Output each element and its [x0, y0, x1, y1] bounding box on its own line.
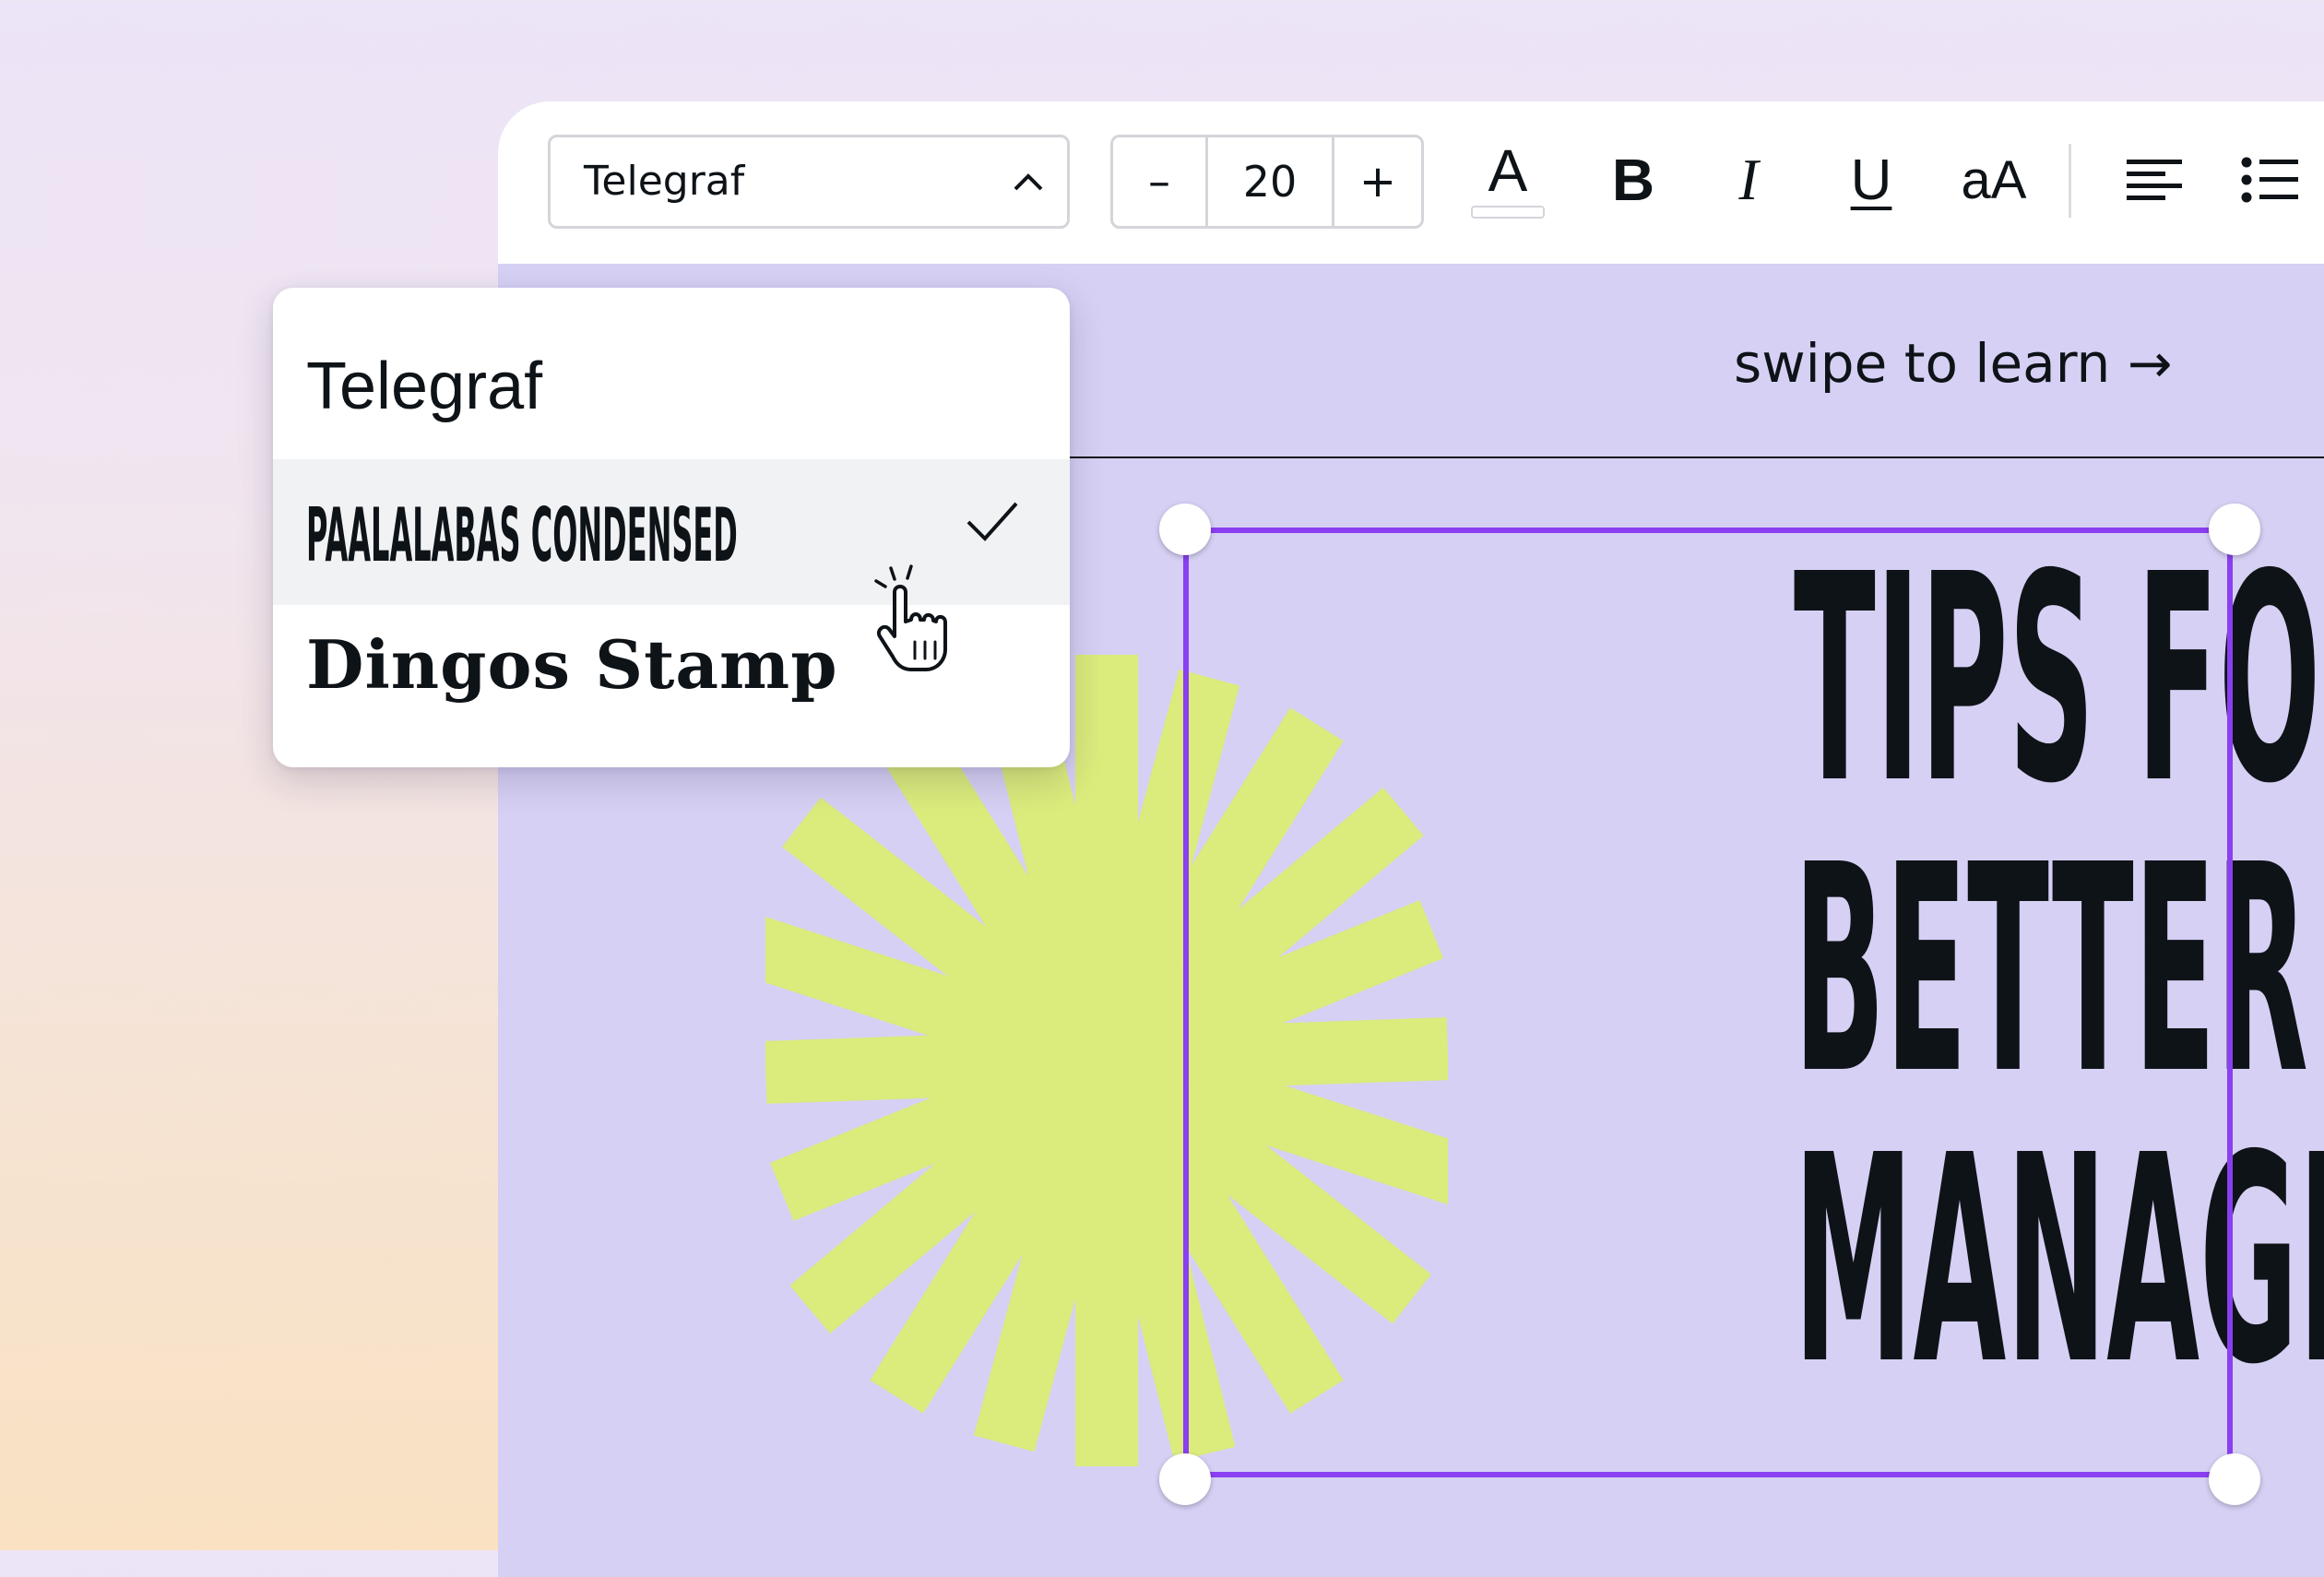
text-color-swatch [1471, 206, 1545, 219]
resize-handle-top-left[interactable] [1159, 504, 1211, 555]
font-option-label: PAALALABAS CONDENSED [306, 492, 738, 578]
align-left-icon [2127, 160, 2182, 200]
italic-button[interactable]: I [1721, 129, 1776, 231]
selection-box [1183, 528, 2233, 1477]
font-family-value: Telegraf [584, 158, 745, 205]
text-color-button[interactable]: A [1466, 129, 1549, 231]
bold-button[interactable]: B [1601, 129, 1666, 231]
font-option-label: Telegraf [306, 350, 543, 423]
decrease-font-size-button[interactable]: – [1113, 137, 1208, 226]
font-size-stepper: – 20 + [1110, 135, 1424, 229]
font-size-value[interactable]: 20 [1208, 137, 1334, 226]
font-family-dropdown: Telegraf PAALALABAS CONDENSED Dingos Sta… [273, 288, 1070, 767]
font-family-select[interactable]: Telegraf [548, 135, 1070, 229]
font-option-label: Dingos Stamp [306, 625, 838, 704]
swipe-hint-text: swipe to learn → [1734, 332, 2173, 395]
resize-handle-bottom-left[interactable] [1159, 1453, 1211, 1505]
toolbar-divider [2069, 144, 2071, 218]
text-toolbar: Telegraf – 20 + A B I U aA [498, 101, 2324, 264]
increase-font-size-button[interactable]: + [1334, 137, 1421, 226]
text-color-icon: A [1488, 137, 1528, 204]
resize-handle-top-right[interactable] [2209, 504, 2260, 555]
chevron-up-icon [1014, 173, 1043, 191]
align-left-button[interactable] [2123, 129, 2188, 231]
font-option-telegraf[interactable]: Telegraf [273, 288, 1070, 459]
letter-case-button[interactable]: aA [1948, 129, 2040, 231]
underline-button[interactable]: U [1839, 129, 1903, 231]
bulleted-list-icon [2241, 157, 2298, 203]
resize-handle-bottom-right[interactable] [2209, 1453, 2260, 1505]
checkmark-icon [966, 502, 1018, 541]
hand-pointer-cursor-icon [874, 564, 947, 671]
bulleted-list-button[interactable] [2237, 129, 2302, 231]
